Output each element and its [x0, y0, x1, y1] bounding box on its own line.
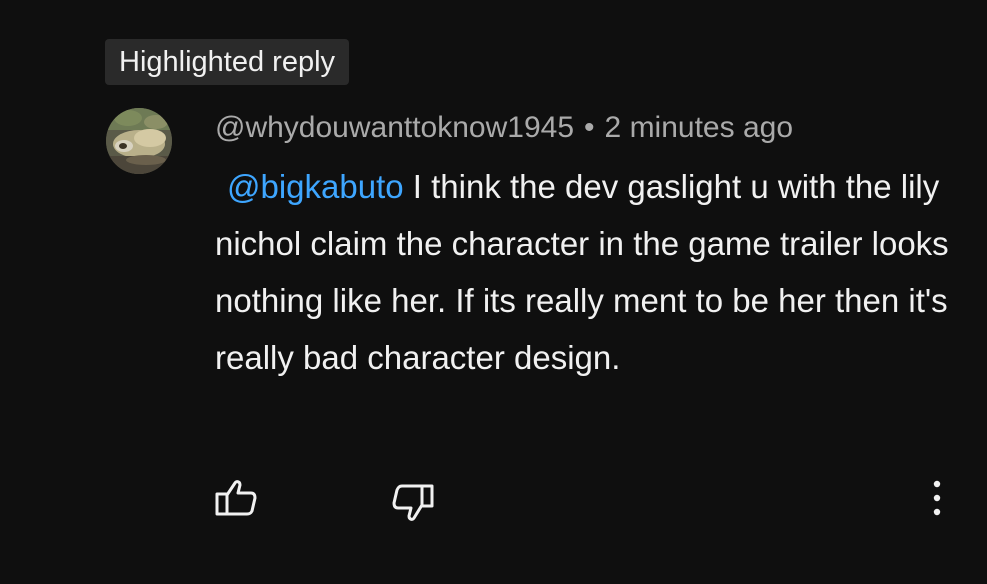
comment-body: @bigkabuto I think the dev gaslight u wi…	[215, 158, 955, 386]
more-actions-button[interactable]	[920, 476, 954, 520]
badge-label: Highlighted reply	[119, 45, 336, 78]
avatar[interactable]	[106, 108, 172, 174]
avatar-image	[106, 108, 172, 174]
thumbs-up-icon	[215, 480, 257, 516]
author-name[interactable]: @whydouwanttoknow1945	[215, 111, 574, 144]
comment-meta: @whydouwanttoknow1945 • 2 minutes ago	[215, 108, 793, 148]
like-button[interactable]	[212, 476, 260, 520]
meta-separator: •	[584, 111, 595, 144]
mention-link[interactable]: @bigkabuto	[227, 168, 404, 205]
more-vert-icon	[933, 480, 941, 516]
dislike-button[interactable]	[388, 482, 438, 524]
highlighted-reply-badge: Highlighted reply	[105, 39, 350, 85]
comment-timestamp: 2 minutes ago	[604, 111, 793, 144]
thumbs-down-icon	[392, 484, 434, 521]
